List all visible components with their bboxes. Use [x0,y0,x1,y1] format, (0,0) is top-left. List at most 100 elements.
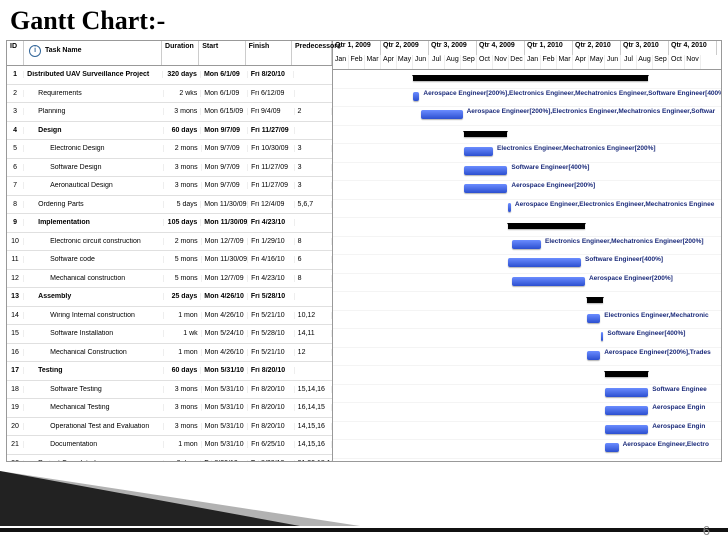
gantt-row: Aerospace Engin [333,422,721,441]
gantt-row: Aerospace Engineer[200%] [333,181,721,200]
resource-label: Aerospace Engineer,Electro [623,441,709,448]
resource-label: Aerospace Engin [652,404,705,411]
gantt-row: Electronics Engineer,Mechatronic [333,311,721,330]
table-row: 2Requirements2 wksMon 6/1/09Fri 6/12/09 [7,85,332,104]
resource-label: Electronics Engineer,Mechatronic [604,312,708,319]
gantt-row: Aerospace Engineer[200%],Trades [333,348,721,367]
task-bar: Software Engineer[400%] [601,332,603,341]
task-bar: Aerospace Engin [605,425,648,434]
gantt-row [333,126,721,145]
gantt-body: Aerospace Engineer[200%],Electronics Eng… [333,70,721,461]
resource-label: Aerospace Engin [652,423,705,430]
task-bar: Aerospace Engineer[200%] [464,184,507,193]
summary-bar [587,297,604,303]
task-bar: Electronics Engineer,Mechatronics Engine… [464,147,493,156]
table-row: 11Software code5 monsMon 11/30/09Fri 4/1… [7,251,332,270]
gantt-months: JanFebMarAprMayJunJulAugSepOctNovDecJanF… [333,55,721,69]
gantt-row: 8/20 [333,459,721,462]
gantt-row: Software Engineer[400%] [333,329,721,348]
table-row: 9Implementation105 daysMon 11/30/09Fri 4… [7,214,332,233]
table-row: 19Mechanical Testing3 monsMon 5/31/10Fri… [7,399,332,418]
table-row: 13Assembly25 daysMon 4/26/10Fri 5/28/10 [7,288,332,307]
gantt-chart: ID i Task Name Duration Start Finish Pre… [6,40,722,462]
resource-label: Electronics Engineer,Mechatronics Engine… [545,238,704,245]
task-bar: Aerospace Engineer[200%],Trades [587,351,601,360]
gantt-row: Software Enginee [333,385,721,404]
gantt-timeline: Qtr 1, 2009Qtr 2, 2009Qtr 3, 2009Qtr 4, … [333,41,721,461]
resource-label: Software Engineer[400%] [607,330,685,337]
col-id: ID [7,41,24,65]
gantt-row: Aerospace Engin [333,403,721,422]
gantt-row: Aerospace Engineer[200%],Electronics Eng… [333,107,721,126]
bottom-rule [0,528,728,532]
resource-label: Aerospace Engineer[200%] [589,275,673,282]
gantt-row: Software Engineer[400%] [333,163,721,182]
task-bar: Aerospace Engineer[200%],Electronics Eng… [413,92,419,101]
gantt-row: Aerospace Engineer,Electronics Engineer,… [333,200,721,219]
resource-label: Aerospace Engineer,Electronics Engineer,… [515,201,714,208]
resource-label: Aerospace Engineer[200%],Electronics Eng… [467,108,716,115]
resource-label: Software Engineer[400%] [511,164,589,171]
task-bar: Electronics Engineer,Mechatronics Engine… [512,240,541,249]
resource-label: Electronics Engineer,Mechatronics Engine… [497,145,656,152]
page-number: 6 [703,523,710,538]
info-icon: i [29,45,41,57]
task-bar: Software Engineer[400%] [508,258,581,267]
table-header: ID i Task Name Duration Start Finish Pre… [7,41,332,66]
task-bar: Aerospace Engineer[200%],Electronics Eng… [421,110,463,119]
gantt-row [333,218,721,237]
summary-bar [605,371,648,377]
table-row: 22Project Completed0 daysFri 8/20/10Fri … [7,455,332,463]
task-bar: Aerospace Engineer,Electro [605,443,619,452]
table-row: 5Electronic Design2 monsMon 9/7/09Fri 10… [7,140,332,159]
gantt-row: Software Engineer[400%] [333,255,721,274]
task-bar: Aerospace Engineer,Electronics Engineer,… [508,203,511,212]
resource-label: Aerospace Engineer[200%] [511,182,595,189]
col-finish: Finish [246,41,292,65]
table-row: 21Documentation1 monMon 5/31/10Fri 6/25/… [7,436,332,455]
table-row: 14Wiring Internal construction1 monMon 4… [7,307,332,326]
table-row: 7Aeronautical Design3 monsMon 9/7/09Fri … [7,177,332,196]
task-table: ID i Task Name Duration Start Finish Pre… [7,41,333,461]
decorative-wedge [0,471,300,526]
table-row: 18Software Testing3 monsMon 5/31/10Fri 8… [7,381,332,400]
gantt-row: Aerospace Engineer[200%],Electronics Eng… [333,89,721,108]
task-bar: Electronics Engineer,Mechatronic [587,314,601,323]
gantt-row [333,292,721,311]
table-row: 20Operational Test and Evaluation3 monsM… [7,418,332,437]
table-row: 4Design60 daysMon 9/7/09Fri 11/27/09 [7,122,332,141]
table-row: 17Testing60 daysMon 5/31/10Fri 8/20/10 [7,362,332,381]
summary-bar [508,223,585,229]
col-name-label: Task Name [45,47,81,54]
table-body: 1Distributed UAV Surveillance Project320… [7,66,332,462]
gantt-row: Electronics Engineer,Mechatronics Engine… [333,237,721,256]
task-bar: Software Enginee [605,388,648,397]
slide-title: Gantt Chart:- [0,0,728,36]
gantt-row: Aerospace Engineer[200%] [333,274,721,293]
task-bar: Aerospace Engineer[200%] [512,277,585,286]
table-row: 15Software Installation1 wkMon 5/24/10Fr… [7,325,332,344]
resource-label: Software Enginee [652,386,707,393]
table-row: 16Mechanical Construction1 monMon 4/26/1… [7,344,332,363]
resource-label: Software Engineer[400%] [585,256,663,263]
summary-bar [413,75,648,81]
table-row: 6Software Design3 monsMon 9/7/09Fri 11/2… [7,159,332,178]
gantt-row [333,70,721,89]
resource-label: Aerospace Engineer[200%],Trades [604,349,711,356]
gantt-row: Electronics Engineer,Mechatronics Engine… [333,144,721,163]
col-name: i Task Name [24,41,162,65]
col-start: Start [199,41,245,65]
table-row: 3Planning3 monsMon 6/15/09Fri 9/4/092 [7,103,332,122]
table-row: 8Ordering Parts5 daysMon 11/30/09Fri 12/… [7,196,332,215]
col-predecessors: Predecessors [292,41,332,65]
task-bar: Software Engineer[400%] [464,166,507,175]
gantt-header: Qtr 1, 2009Qtr 2, 2009Qtr 3, 2009Qtr 4, … [333,41,721,70]
table-row: 1Distributed UAV Surveillance Project320… [7,66,332,85]
gantt-row [333,366,721,385]
resource-label: Aerospace Engineer[200%],Electronics Eng… [423,90,721,97]
task-bar: Aerospace Engin [605,406,648,415]
gantt-quarters: Qtr 1, 2009Qtr 2, 2009Qtr 3, 2009Qtr 4, … [333,41,721,55]
summary-bar [464,131,507,137]
gantt-row: Aerospace Engineer,Electro [333,440,721,459]
table-row: 10Electronic circuit construction2 monsM… [7,233,332,252]
